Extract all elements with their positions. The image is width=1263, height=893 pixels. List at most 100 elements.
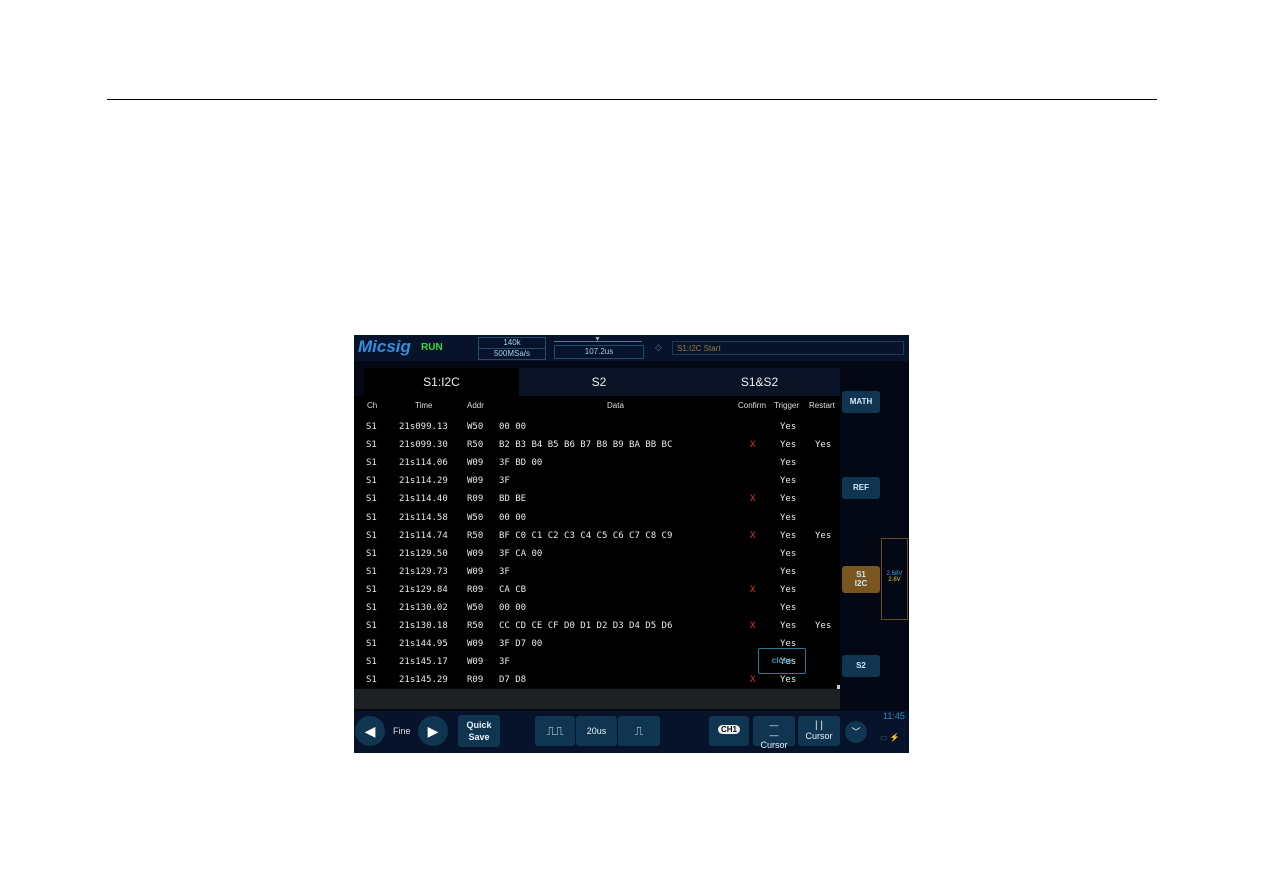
cell-trigger: Yes: [780, 512, 797, 523]
cell-ch: S1: [366, 675, 377, 686]
trigger-position-marker[interactable]: ▼: [594, 336, 601, 343]
close-button[interactable]: close: [758, 648, 806, 674]
tab-s1-s2[interactable]: S1&S2: [679, 368, 840, 396]
cell-restart: Yes: [815, 440, 832, 451]
vertical-cursor-button[interactable]: | | Cursor: [798, 716, 840, 746]
cell-data: 3F D7 00: [499, 639, 543, 650]
cell-confirm: X: [750, 675, 756, 686]
cell-time: 21s114.06: [399, 458, 448, 469]
cell-addr: W09: [467, 566, 484, 577]
table-row[interactable]: S1 21s114.06 W09 3F BD 00 Yes: [354, 458, 840, 476]
cursor-h-label: Cursor: [760, 740, 788, 750]
timebase-decrease-icon[interactable]: ⎍⎍: [535, 716, 575, 746]
cell-restart: Yes: [815, 621, 832, 632]
cell-trigger: Yes: [780, 422, 797, 432]
s1-label: S1: [856, 570, 866, 579]
cell-trigger: Yes: [780, 494, 797, 505]
cell-addr: W09: [467, 548, 484, 559]
cell-data: 00 00: [499, 603, 527, 613]
table-row[interactable]: S1 21s130.02 W50 00 00 Yes: [354, 603, 840, 621]
cell-ch: S1: [366, 566, 377, 577]
cell-data: BF C0 C1 C2 C3 C4 C5 C6 C7 C8 C9: [499, 530, 673, 541]
cell-addr: R50: [467, 621, 484, 632]
cell-trigger: Yes: [780, 530, 797, 541]
cell-restart: Yes: [815, 530, 832, 541]
cell-time: 21s129.50: [399, 548, 448, 559]
save-label: Save: [468, 732, 490, 742]
tab-s2[interactable]: S2: [519, 368, 679, 396]
cell-time: 21s129.84: [399, 584, 448, 595]
trigger-info[interactable]: S1:I2C Start: [672, 341, 904, 355]
table-row[interactable]: S1 21s129.50 W09 3F CA 00 Yes: [354, 549, 840, 567]
run-status[interactable]: RUN: [421, 342, 443, 353]
cell-time: 21s114.74: [399, 530, 448, 541]
channel-select-button[interactable]: CH1: [709, 716, 749, 746]
math-button[interactable]: MATH: [842, 391, 880, 413]
cell-addr: W50: [467, 512, 484, 523]
quick-label: Quick: [466, 720, 492, 730]
cell-time: 21s114.58: [399, 512, 448, 523]
cell-data: 00 00: [499, 422, 527, 432]
col-addr: Addr: [467, 401, 484, 410]
tab-s1-i2c[interactable]: S1:I2C: [364, 368, 519, 396]
eye-icon[interactable]: ◇: [655, 342, 662, 353]
cell-addr: W09: [467, 476, 484, 487]
s2-button[interactable]: S2: [842, 655, 880, 677]
col-restart: Restart: [809, 401, 835, 410]
cell-data: B2 B3 B4 B5 B6 B7 B8 B9 BA BB BC: [499, 440, 673, 451]
cell-addr: W09: [467, 458, 484, 469]
cell-trigger: Yes: [780, 440, 797, 451]
cell-addr: R09: [467, 584, 484, 595]
cell-trigger: Yes: [780, 675, 797, 686]
table-row[interactable]: S1 21s130.18 R50 CC CD CE CF D0 D1 D2 D3 D4…: [354, 621, 840, 639]
cell-ch: S1: [366, 657, 377, 668]
next-arrow-icon[interactable]: ▶: [418, 716, 448, 746]
cell-time: 21s145.17: [399, 657, 448, 668]
table-row[interactable]: S1 21s114.58 W50 00 00 Yes: [354, 513, 840, 531]
cell-data: BD BE: [499, 494, 527, 505]
timebase-increase-icon[interactable]: ⎍: [618, 716, 660, 746]
cell-ch: S1: [366, 639, 377, 650]
bottom-toolbar: ◀ Fine ▶ Quick Save ⎍⎍ 20us ⎍ CH1 — — Curso…: [354, 711, 909, 753]
cell-ch: S1: [366, 584, 377, 595]
cell-trigger: Yes: [780, 584, 797, 595]
cell-data: 00 00: [499, 512, 527, 523]
vertical-cursor-icon: | |: [815, 720, 823, 731]
time-offset[interactable]: 107.2us: [554, 345, 644, 359]
s1-i2c-button[interactable]: S1 I2C: [842, 566, 880, 593]
timebase-value[interactable]: 20us: [576, 716, 617, 746]
cell-addr: R50: [467, 440, 484, 451]
sample-rate[interactable]: 500MSa/s: [478, 348, 546, 360]
table-row[interactable]: S1 21s129.84 R09 CA CB X Yes: [354, 585, 840, 603]
cell-trigger: Yes: [780, 621, 797, 632]
prev-arrow-icon[interactable]: ◀: [355, 716, 385, 746]
col-ch: Ch: [367, 401, 378, 410]
cell-confirm: X: [750, 584, 756, 595]
cell-data: CC CD CE CF D0 D1 D2 D3 D4 D5 D6: [499, 621, 673, 632]
ref-button[interactable]: REF: [842, 477, 880, 499]
cell-ch: S1: [366, 422, 377, 432]
brand-logo: Micsig: [358, 337, 411, 356]
cell-ch: S1: [366, 548, 377, 559]
table-row[interactable]: S1 21s114.74 R50 BF C0 C1 C2 C3 C4 C5 C6 C7…: [354, 531, 840, 549]
col-confirm: Confirm: [738, 401, 767, 410]
table-row[interactable]: S1 21s099.13 W50 00 00 Yes: [354, 422, 840, 440]
decode-tabs: S1:I2C S2 S1&S2: [364, 368, 840, 396]
cell-addr: W09: [467, 639, 484, 650]
cell-ch: S1: [366, 530, 377, 541]
cell-data: D7 D8: [499, 675, 527, 686]
cell-addr: W09: [467, 657, 484, 668]
cell-time: 21s114.29: [399, 476, 448, 487]
cell-trigger: Yes: [780, 458, 797, 469]
status-strip: [354, 689, 840, 709]
chevron-down-icon[interactable]: ﹀: [845, 721, 867, 743]
battery-icon: ▭ ⚡: [880, 733, 900, 742]
table-row[interactable]: S1 21s114.40 R09 BD BE X Yes: [354, 494, 840, 512]
table-row[interactable]: S1 21s099.30 R50 B2 B3 B4 B5 B6 B7 B8 B9 BA…: [354, 440, 840, 458]
right-sidebar: MATH REF S1 I2C 2.68V 2.6V S2: [841, 363, 909, 713]
table-row[interactable]: S1 21s129.73 W09 3F Yes: [354, 567, 840, 585]
col-data: Data: [607, 401, 624, 410]
horizontal-cursor-button[interactable]: — — Cursor: [753, 716, 795, 750]
quick-save-button[interactable]: Quick Save: [458, 715, 500, 747]
table-row[interactable]: S1 21s114.29 W09 3F Yes: [354, 476, 840, 494]
